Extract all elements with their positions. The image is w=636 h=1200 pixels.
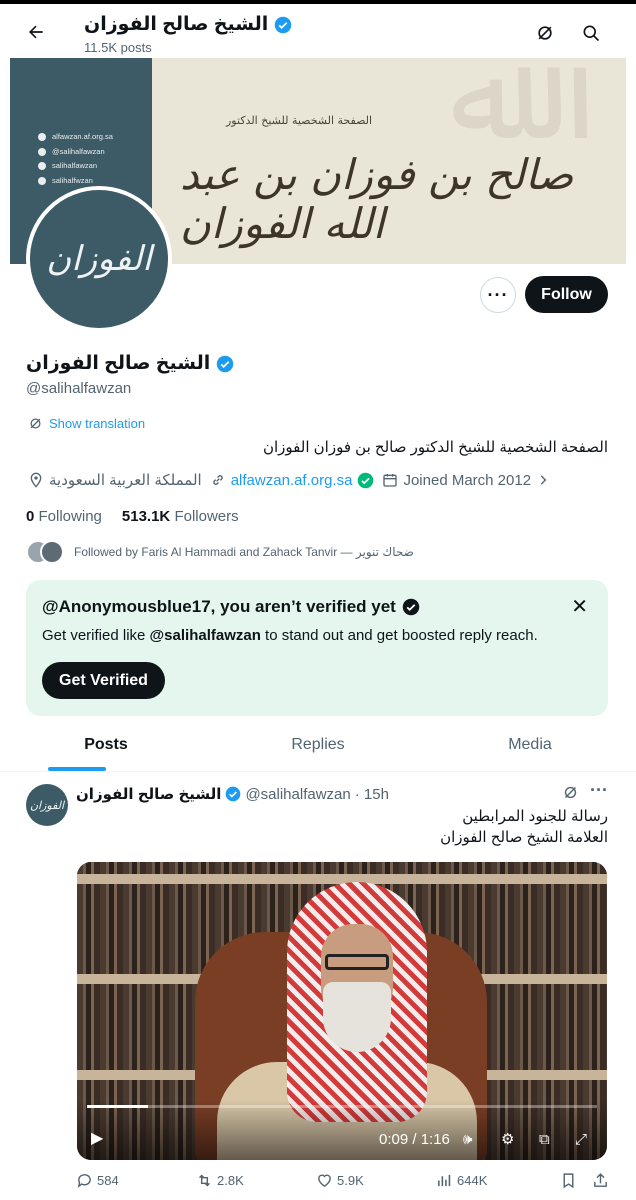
follow-counts: 0 Following 513.1K Followers [26, 508, 239, 525]
play-icon[interactable]: ▶ [91, 1128, 103, 1148]
share-icon[interactable] [592, 1172, 609, 1189]
video-beard [323, 982, 391, 1052]
show-translation-link[interactable]: Show translation [28, 416, 145, 431]
video-controls-gradient [77, 1100, 607, 1160]
followed-by-text: Followed by Faris Al Hammadi and Zahack … [74, 545, 414, 559]
views-button[interactable]: 644K [436, 1172, 487, 1189]
profile-name: الشيخ صالح الفوزان [26, 353, 211, 374]
location-text: المملكة العربية السعودية [49, 472, 202, 489]
follower-avatar [40, 540, 64, 564]
verified-badge-icon [226, 786, 241, 802]
active-tab-indicator [48, 767, 106, 771]
tab-posts[interactable]: Posts [0, 718, 212, 771]
facebook-icon [38, 176, 46, 185]
link-icon [212, 475, 223, 485]
chevron-right-icon [540, 475, 547, 485]
header-post-count: 11.5K posts [84, 40, 152, 55]
picture-in-picture-icon[interactable]: ⧉ [539, 1131, 550, 1148]
verified-link-icon [358, 472, 374, 488]
repost-button[interactable]: 2.8K [196, 1172, 244, 1189]
banner-subtitle: الصفحة الشخصية للشيخ الدكتور [226, 114, 373, 127]
tab-replies[interactable]: Replies [212, 718, 424, 771]
repost-icon [199, 1174, 210, 1187]
repost-count: 2.8K [217, 1173, 244, 1188]
profile-name-row: الشيخ صالح الفوزان [26, 352, 234, 375]
banner-contact-x: @salihalfawzan [38, 145, 113, 160]
video-progress-bar[interactable] [87, 1105, 597, 1108]
banner-calligraphy: صالح بن فوزان بن عبد الله الفوزان [180, 150, 574, 248]
views-count: 644K [457, 1173, 488, 1188]
translate-icon[interactable] [532, 20, 558, 46]
video-time: 0:09 / 1:16 [379, 1131, 450, 1148]
translate-icon [30, 418, 41, 429]
post-header: الشيخ صالح الفوزان @salihalfawzan · 15h [76, 785, 389, 804]
banner-contacts: alfawzan.af.org.sa @salihalfawzan saliha… [38, 130, 113, 188]
profile-bio: الصفحة الشخصية للشيخ الدكتور صالح بن فوز… [262, 439, 608, 456]
video-glasses [325, 954, 389, 970]
video-progress-fill [87, 1105, 149, 1108]
location-pin-icon [30, 472, 42, 488]
following-link[interactable]: 0 Following [26, 508, 102, 525]
followers-link[interactable]: 513.1K Followers [122, 508, 239, 525]
reply-count: 584 [97, 1173, 119, 1188]
joined-item[interactable]: Joined March 2012 [382, 472, 550, 489]
reply-button[interactable]: 584 [76, 1172, 119, 1189]
joined-text: Joined March 2012 [403, 471, 532, 489]
avatar-calligraphy: الفوزان [46, 239, 152, 279]
verified-badge-icon[interactable] [216, 355, 234, 373]
bookmark-icon[interactable] [560, 1172, 577, 1189]
profile-handle: @salihalfawzan [26, 380, 132, 397]
profile-meta: المملكة العربية السعودية alfawzan.af.org… [28, 471, 550, 489]
globe-icon [38, 133, 46, 142]
post-more-icon[interactable]: ··· [590, 780, 608, 801]
follow-button[interactable]: Follow [525, 276, 608, 313]
post-line: رسالة للجنود المرابطين [462, 808, 608, 825]
like-button[interactable]: 5.9K [316, 1172, 364, 1189]
post-line: العلامة الشيخ صالح الفوزان [440, 829, 608, 846]
telegram-icon [38, 162, 46, 171]
back-arrow-icon[interactable] [22, 18, 50, 46]
verify-prompt-card: @Anonymousblue17, you aren’t verified ye… [26, 580, 608, 716]
reply-icon [77, 1174, 91, 1188]
followed-by-avatars [26, 540, 64, 564]
search-icon[interactable] [578, 20, 604, 46]
like-count: 5.9K [337, 1173, 364, 1188]
followed-by-row[interactable]: Followed by Faris Al Hammadi and Zahack … [26, 540, 414, 564]
tab-media[interactable]: Media [424, 718, 636, 771]
close-icon[interactable]: ✕ [571, 594, 588, 619]
verify-text: Get verified like @salihalfawzan to stan… [42, 627, 538, 644]
volume-icon[interactable]: 🕪 [463, 1131, 472, 1148]
location-item: المملكة العربية السعودية [28, 471, 202, 489]
x-logo-icon [38, 147, 46, 156]
banner-contact-web: alfawzan.af.org.sa [38, 130, 113, 145]
show-translation-label: Show translation [49, 416, 146, 431]
verify-title-row: @Anonymousblue17, you aren’t verified ye… [42, 597, 420, 617]
header-title: الشيخ صالح الفوزان [84, 13, 292, 36]
website-item[interactable]: alfawzan.af.org.sa [210, 472, 375, 489]
post-video[interactable]: ▶ 0:09 / 1:16 🕪 ⚙ ⧉ ⤢ [77, 862, 607, 1160]
settings-gear-icon[interactable]: ⚙ [501, 1130, 514, 1148]
header-name: الشيخ صالح الفوزان [84, 14, 269, 35]
fullscreen-icon[interactable]: ⤢ [575, 1131, 587, 1148]
profile-header: الشيخ صالح الفوزان 11.5K posts [0, 4, 636, 58]
post-author-handle[interactable]: @salihalfawzan [245, 786, 350, 803]
verified-badge-icon [274, 16, 292, 33]
profile-avatar[interactable]: الفوزان [26, 186, 172, 332]
post-text: رسالة للجنود المرابطين العلامة الشيخ صال… [440, 806, 608, 848]
verify-title: @Anonymousblue17, you aren’t verified ye… [42, 597, 396, 616]
more-options-button[interactable]: ··· [480, 277, 516, 313]
post-avatar[interactable]: الفوزان [26, 784, 68, 826]
verified-badge-icon [402, 598, 420, 616]
heart-icon [318, 1174, 331, 1188]
profile-tabs: Posts Replies Media [0, 718, 636, 772]
post-author-name[interactable]: الشيخ صالح الفوزان [76, 785, 221, 803]
get-verified-button[interactable]: Get Verified [42, 662, 165, 699]
views-chart-icon [438, 1174, 451, 1187]
website-link[interactable]: alfawzan.af.org.sa [231, 472, 353, 489]
calendar-icon [383, 474, 398, 487]
banner-contact-telegram: salihalfawzan [38, 159, 113, 174]
post-actions: 584 2.8K 5.9K 644K [0, 1172, 636, 1198]
translate-icon[interactable] [562, 784, 579, 806]
post-time[interactable]: · 15h [355, 786, 389, 803]
